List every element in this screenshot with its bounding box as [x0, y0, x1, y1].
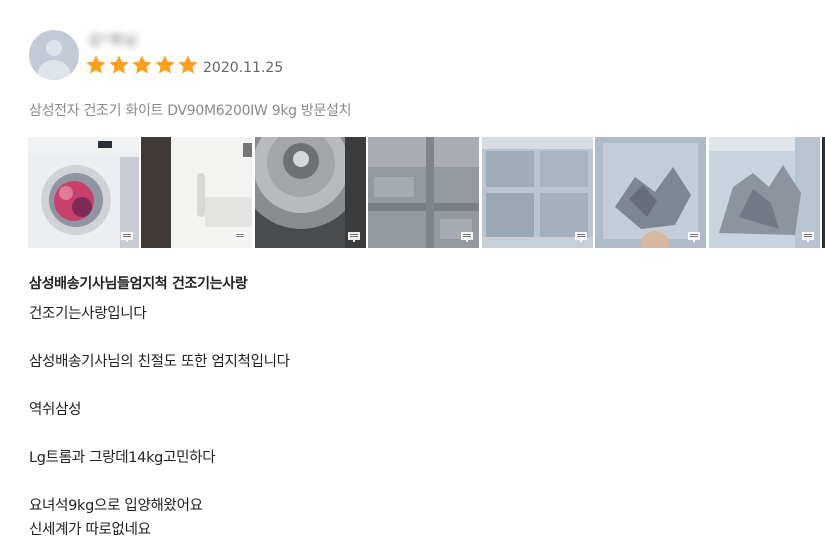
star-icon — [132, 55, 152, 74]
review-photo-5[interactable] — [482, 137, 593, 248]
review-body-line: Lg트롬과 그랑데14kg고민하다 — [29, 450, 216, 466]
avatar-shoulders — [38, 60, 70, 80]
photo-badge-icon — [575, 232, 587, 242]
review-photo-2[interactable] — [141, 137, 252, 248]
review-photo-3[interactable] — [255, 137, 366, 248]
avatar-head — [46, 40, 62, 56]
review-photo-6[interactable] — [595, 137, 706, 248]
review-body-line: 요녀석9kg으로 입양해왔어요 — [29, 498, 203, 514]
product-option: 삼성전자 건조기 화이트 DV90M6200IW 9kg 방문설치 — [29, 103, 352, 119]
review-card: 김*희님 2020.11.25 삼성전자 건조기 화이트 DV90M6200IW… — [0, 0, 825, 560]
photo-badge-icon — [121, 232, 133, 242]
review-body-line: 신세계가 따로없네요 — [29, 522, 151, 538]
review-date: 2020.11.25 — [203, 60, 284, 76]
review-body-line: 건조기는사랑입니다 — [29, 306, 147, 322]
review-body-line: 역쉬삼성 — [29, 402, 82, 418]
review-body-line: 삼성배송기사님의 친절도 또한 엄지척입니다 — [29, 354, 290, 370]
star-icon — [86, 55, 106, 74]
photo-badge-icon — [461, 232, 473, 242]
photo-badge-icon — [688, 232, 700, 242]
review-photo-4[interactable] — [368, 137, 479, 248]
review-photo-7[interactable] — [709, 137, 820, 248]
star-icon — [155, 55, 175, 74]
photo-badge-icon — [234, 232, 246, 242]
review-title: 삼성배송기사님들엄지척 건조기는사랑 — [29, 276, 248, 292]
star-icon — [109, 55, 129, 74]
star-rating — [85, 53, 200, 77]
review-photo-1[interactable] — [28, 137, 139, 248]
photo-badge-icon — [348, 232, 360, 242]
reviewer-name: 김*희님 — [88, 33, 138, 49]
photo-badge-icon — [802, 232, 814, 242]
avatar — [29, 30, 79, 80]
review-photo-strip — [28, 137, 825, 248]
star-icon — [178, 55, 198, 74]
